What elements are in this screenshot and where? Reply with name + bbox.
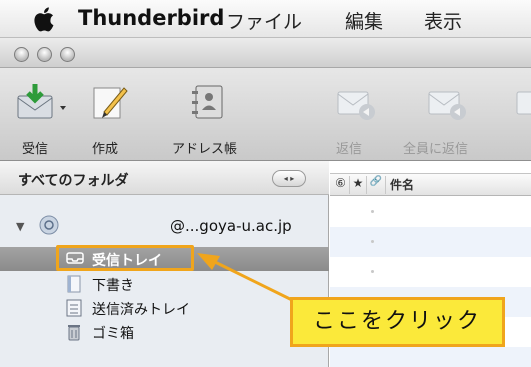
reply-all-button[interactable]: 全員に返信 xyxy=(392,68,502,161)
message-row[interactable] xyxy=(330,197,531,227)
reply-all-label: 全員に返信 xyxy=(403,142,469,157)
sent-icon xyxy=(66,299,82,317)
row-dot xyxy=(371,210,374,213)
folder-label: ゴミ箱 xyxy=(92,326,134,342)
folder-trash[interactable]: ゴミ箱 xyxy=(0,320,329,344)
drafts-icon xyxy=(67,275,81,293)
address-book-label: アドレス帳 xyxy=(172,142,238,157)
address-book-icon xyxy=(192,85,223,119)
write-label: 作成 xyxy=(92,142,119,157)
menu-file[interactable]: ファイル xyxy=(226,7,302,34)
folder-view-title: すべてのフォルダ xyxy=(18,173,129,189)
toolbar: 受信 作成 アドレス帳 返信 全員に返信 xyxy=(0,68,531,161)
menu-view[interactable]: 表示 xyxy=(424,7,462,34)
get-mail-button[interactable]: 受信 xyxy=(12,68,80,161)
reply-all-icon xyxy=(428,91,466,120)
account-name: @...goya-u.ac.jp xyxy=(170,217,292,235)
zoom-window-button[interactable] xyxy=(60,47,75,62)
folder-label: 下書き xyxy=(92,278,134,294)
folder-sent[interactable]: 送信済みトレイ xyxy=(0,296,329,320)
get-mail-icon xyxy=(17,84,66,119)
message-list-columns: ⑥ ★ 🔗 件名 xyxy=(330,173,531,196)
inbox-highlight-frame xyxy=(56,245,194,271)
write-button[interactable]: 作成 xyxy=(82,68,138,161)
app-menu[interactable]: Thunderbird xyxy=(78,6,224,30)
account-row[interactable]: ▼ @...goya-u.ac.jp xyxy=(0,213,329,241)
forward-button-partial[interactable] xyxy=(512,68,531,161)
message-row[interactable] xyxy=(330,347,531,367)
reply-label: 返信 xyxy=(336,142,363,157)
folder-drafts[interactable]: 下書き xyxy=(0,272,329,296)
row-dot xyxy=(371,270,374,273)
folder-label: 送信済みトレイ xyxy=(92,302,190,318)
column-subject[interactable]: 件名 xyxy=(390,176,531,194)
address-book-button[interactable]: アドレス帳 xyxy=(160,68,260,161)
column-attachment[interactable]: 🔗 xyxy=(367,176,386,194)
click-here-callout: ここをクリック xyxy=(290,297,505,347)
message-row[interactable] xyxy=(330,227,531,257)
write-icon xyxy=(93,87,128,119)
column-thread[interactable]: ⑥ xyxy=(332,176,350,194)
close-window-button[interactable] xyxy=(14,47,29,62)
reply-button[interactable]: 返信 xyxy=(323,68,381,161)
column-star[interactable]: ★ xyxy=(350,176,367,194)
row-dot xyxy=(371,240,374,243)
get-mail-label: 受信 xyxy=(22,142,49,157)
menu-bar: Thunderbird ファイル 編集 表示 xyxy=(0,0,531,38)
forward-icon xyxy=(516,91,531,115)
minimize-window-button[interactable] xyxy=(37,47,52,62)
window-titlebar xyxy=(0,38,531,68)
apple-menu-icon[interactable] xyxy=(32,5,58,33)
disclosure-triangle-icon[interactable]: ▼ xyxy=(16,220,24,233)
menu-edit[interactable]: 編集 xyxy=(345,7,383,34)
folder-pane-header: すべてのフォルダ ◂ ▸ xyxy=(0,161,329,195)
trash-icon xyxy=(68,325,80,341)
message-row[interactable] xyxy=(330,257,531,287)
folder-view-switch[interactable]: ◂ ▸ xyxy=(272,170,306,187)
account-icon xyxy=(39,215,59,235)
reply-icon xyxy=(337,91,375,120)
